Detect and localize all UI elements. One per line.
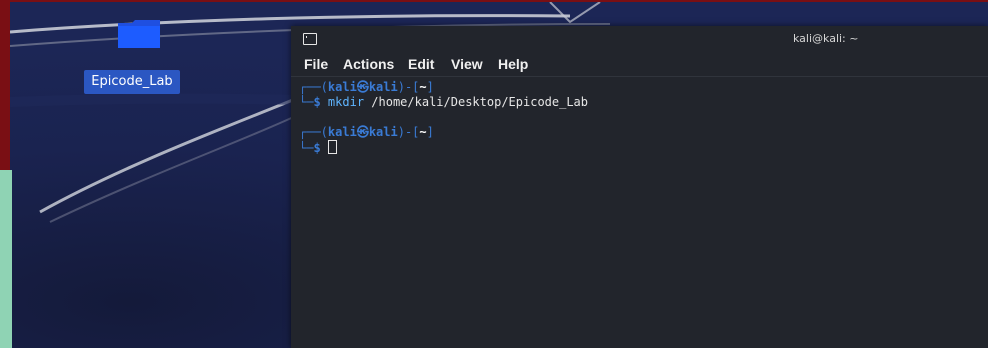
terminal-icon <box>303 33 317 45</box>
terminal-titlebar[interactable]: kali@kali: ~ <box>291 26 988 52</box>
side-strip <box>0 170 12 348</box>
prompt-dir: ~ <box>419 125 427 139</box>
terminal-window[interactable]: kali@kali: ~ File Actions Edit View Help… <box>291 26 988 348</box>
menu-help[interactable]: Help <box>498 56 528 72</box>
window-title: kali@kali: ~ <box>793 32 859 45</box>
menu-file[interactable]: File <box>304 56 328 72</box>
prompt-host: kali <box>368 80 398 94</box>
input-line[interactable]: └─$ <box>299 140 588 155</box>
desktop-icon-label[interactable]: Epicode_Lab <box>84 70 180 94</box>
prompt-bracket: ] <box>426 80 434 94</box>
menu-actions[interactable]: Actions <box>343 56 394 72</box>
menu-bar: File Actions Edit View Help <box>291 52 988 77</box>
prompt-at-symbol: ㉿ <box>356 125 369 139</box>
prompt-separator: )-[ <box>397 125 420 139</box>
prompt-separator: )-[ <box>397 80 420 94</box>
prompt-corner: ┌──( <box>299 80 328 94</box>
prompt-bottom: └─ <box>299 95 314 109</box>
prompt-user: kali <box>327 125 357 139</box>
prompt-line: ┌──(kali㉿kali)-[~] <box>299 125 588 140</box>
folder-icon <box>118 20 160 48</box>
prompt-at-symbol: ㉿ <box>356 80 369 94</box>
command-argument: /home/kali/Desktop/Epicode_Lab <box>364 95 589 109</box>
prompt-dir: ~ <box>419 80 427 94</box>
prompt-dollar: $ <box>313 141 321 155</box>
prompt-bracket: ] <box>426 125 434 139</box>
prompt-host: kali <box>368 125 398 139</box>
prompt-corner: ┌──( <box>299 125 328 139</box>
menu-view[interactable]: View <box>451 56 483 72</box>
menu-edit[interactable]: Edit <box>408 56 434 72</box>
prompt-bottom: └─ <box>299 141 314 155</box>
command-name: mkdir <box>327 95 365 109</box>
command-line: └─$ mkdir /home/kali/Desktop/Epicode_Lab <box>299 95 588 110</box>
prompt-line: ┌──(kali㉿kali)-[~] <box>299 80 588 95</box>
prompt-dollar: $ <box>313 95 321 109</box>
prompt-user: kali <box>327 80 357 94</box>
terminal-output[interactable]: ┌──(kali㉿kali)-[~] └─$ mkdir /home/kali/… <box>299 80 588 155</box>
text-cursor <box>327 140 337 154</box>
